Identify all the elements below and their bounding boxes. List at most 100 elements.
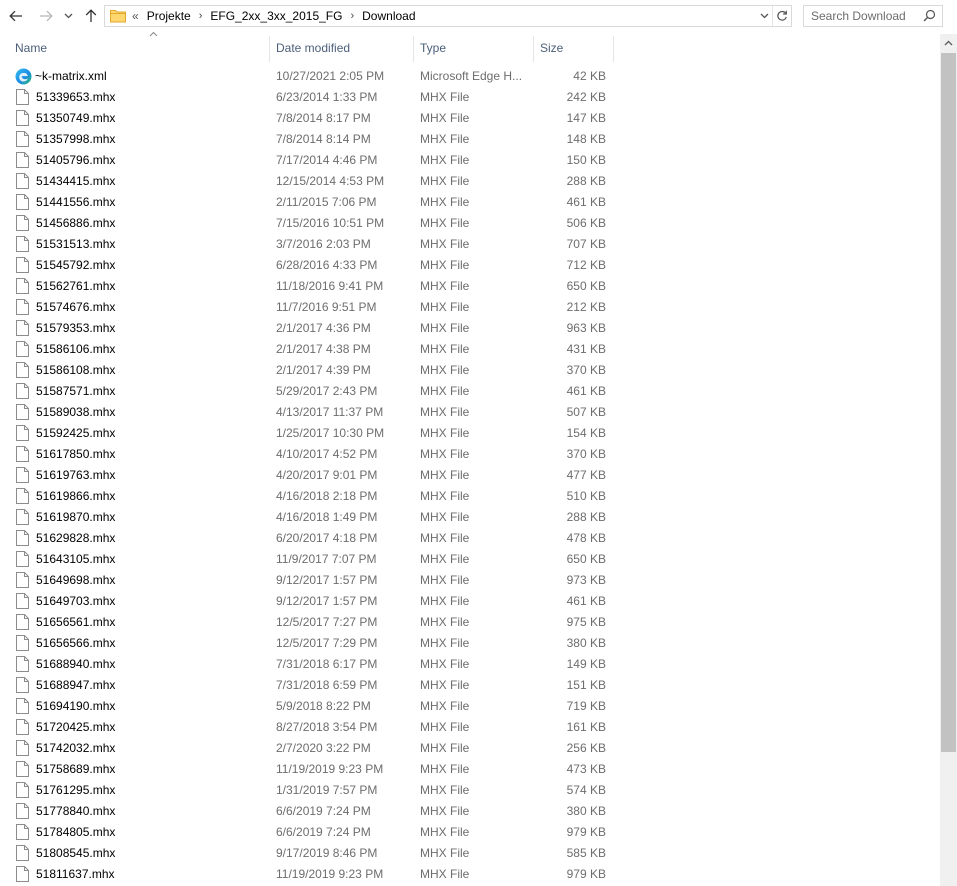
- file-row[interactable]: 51720425.mhx 8/27/2018 3:54 PM MHX File …: [0, 717, 940, 738]
- file-row[interactable]: 51617850.mhx 4/10/2017 4:52 PM MHX File …: [0, 444, 940, 465]
- file-row[interactable]: 51688947.mhx 7/31/2018 6:59 PM MHX File …: [0, 675, 940, 696]
- file-row[interactable]: 51586108.mhx 2/1/2017 4:39 PM MHX File 3…: [0, 360, 940, 381]
- file-row[interactable]: 51456886.mhx 7/15/2016 10:51 PM MHX File…: [0, 213, 940, 234]
- file-row[interactable]: 51545792.mhx 6/28/2016 4:33 PM MHX File …: [0, 255, 940, 276]
- file-row[interactable]: 51649703.mhx 9/12/2017 1:57 PM MHX File …: [0, 591, 940, 612]
- file-row[interactable]: 51694190.mhx 5/9/2018 8:22 PM MHX File 7…: [0, 696, 940, 717]
- scrollbar-thumb[interactable]: [941, 53, 956, 752]
- file-row[interactable]: 51339653.mhx 6/23/2014 1:33 PM MHX File …: [0, 87, 940, 108]
- file-date-modified: 12/15/2014 4:53 PM: [276, 174, 385, 188]
- file-row[interactable]: 51441556.mhx 2/11/2015 7:06 PM MHX File …: [0, 192, 940, 213]
- refresh-button[interactable]: [772, 6, 791, 26]
- file-type: Microsoft Edge H...: [420, 69, 523, 83]
- chevron-right-icon[interactable]: ›: [199, 10, 203, 22]
- file-name: 51619870.mhx: [36, 510, 116, 524]
- file-size: 380 KB: [566, 636, 606, 650]
- file-type: MHX File: [420, 468, 470, 482]
- file-date-modified: 11/19/2019 9:23 PM: [276, 762, 384, 776]
- file-row[interactable]: 51811637.mhx 11/19/2019 9:23 PM MHX File…: [0, 864, 940, 885]
- file-icon: [16, 824, 32, 841]
- file-icon: [16, 656, 32, 673]
- file-date-modified: 1/25/2017 10:30 PM: [276, 426, 385, 440]
- address-bar[interactable]: « Projekte › EFG_2xx_3xx_2015_FG › Downl…: [104, 5, 792, 27]
- chevron-right-icon[interactable]: ›: [350, 10, 354, 22]
- file-row[interactable]: 51579353.mhx 2/1/2017 4:36 PM MHX File 9…: [0, 318, 940, 339]
- file-row[interactable]: ~k-matrix.xml 10/27/2021 2:05 PM Microso…: [0, 66, 940, 87]
- file-type: MHX File: [420, 804, 470, 818]
- recent-locations-button[interactable]: [60, 6, 76, 26]
- file-row[interactable]: 51742032.mhx 2/7/2020 3:22 PM MHX File 2…: [0, 738, 940, 759]
- file-name: 51619763.mhx: [36, 468, 116, 482]
- file-row[interactable]: 51531513.mhx 3/7/2016 2:03 PM MHX File 7…: [0, 234, 940, 255]
- column-divider[interactable]: [613, 36, 614, 62]
- file-row[interactable]: 51656561.mhx 12/5/2017 7:27 PM MHX File …: [0, 612, 940, 633]
- file-name: 51579353.mhx: [36, 321, 116, 335]
- file-type: MHX File: [420, 657, 470, 671]
- file-type: MHX File: [420, 678, 470, 692]
- file-row[interactable]: 51758689.mhx 11/19/2019 9:23 PM MHX File…: [0, 759, 940, 780]
- file-type: MHX File: [420, 321, 470, 335]
- file-row[interactable]: 51619763.mhx 4/20/2017 9:01 PM MHX File …: [0, 465, 940, 486]
- file-type: MHX File: [420, 426, 470, 440]
- file-type: MHX File: [420, 720, 470, 734]
- file-row[interactable]: 51405796.mhx 7/17/2014 4:46 PM MHX File …: [0, 150, 940, 171]
- address-bar-controls: [756, 6, 791, 26]
- vertical-scrollbar[interactable]: [940, 34, 957, 886]
- column-divider[interactable]: [533, 36, 534, 62]
- file-row[interactable]: 51586106.mhx 2/1/2017 4:38 PM MHX File 4…: [0, 339, 940, 360]
- column-header-size[interactable]: Size: [540, 34, 613, 62]
- file-date-modified: 4/10/2017 4:52 PM: [276, 447, 378, 461]
- file-row[interactable]: 51761295.mhx 1/31/2019 7:57 PM MHX File …: [0, 780, 940, 801]
- file-size: 979 KB: [566, 825, 606, 839]
- file-name: 51589038.mhx: [36, 405, 116, 419]
- breadcrumb-item-efg[interactable]: EFG_2xx_3xx_2015_FG: [210, 9, 342, 23]
- file-row[interactable]: 51784805.mhx 6/6/2019 7:24 PM MHX File 9…: [0, 822, 940, 843]
- file-row[interactable]: 51619870.mhx 4/16/2018 1:49 PM MHX File …: [0, 507, 940, 528]
- scroll-up-button[interactable]: [940, 34, 957, 51]
- file-row[interactable]: 51619866.mhx 4/16/2018 2:18 PM MHX File …: [0, 486, 940, 507]
- breadcrumb-item-projekte[interactable]: Projekte: [147, 9, 191, 23]
- column-divider[interactable]: [413, 36, 414, 62]
- back-button[interactable]: [6, 6, 26, 26]
- file-size: 431 KB: [566, 342, 606, 356]
- column-header-name[interactable]: Name: [15, 31, 269, 62]
- file-row[interactable]: 51592425.mhx 1/25/2017 10:30 PM MHX File…: [0, 423, 940, 444]
- file-row[interactable]: 51649698.mhx 9/12/2017 1:57 PM MHX File …: [0, 570, 940, 591]
- file-size: 477 KB: [566, 468, 606, 482]
- column-header-type-label: Type: [420, 41, 447, 55]
- file-row[interactable]: 51656566.mhx 12/5/2017 7:29 PM MHX File …: [0, 633, 940, 654]
- file-row[interactable]: 51778840.mhx 6/6/2019 7:24 PM MHX File 3…: [0, 801, 940, 822]
- column-header-type[interactable]: Type: [420, 34, 533, 62]
- file-type: MHX File: [420, 531, 470, 545]
- search-box[interactable]: [803, 5, 943, 27]
- breadcrumb-overflow[interactable]: «: [132, 9, 139, 23]
- file-icon: [16, 845, 32, 862]
- file-row[interactable]: 51589038.mhx 4/13/2017 11:37 PM MHX File…: [0, 402, 940, 423]
- file-row[interactable]: 51643105.mhx 11/9/2017 7:07 PM MHX File …: [0, 549, 940, 570]
- file-row[interactable]: 51629828.mhx 6/20/2017 4:18 PM MHX File …: [0, 528, 940, 549]
- column-divider[interactable]: [269, 36, 270, 62]
- search-icon[interactable]: [923, 9, 936, 25]
- breadcrumb-item-download[interactable]: Download: [362, 9, 415, 23]
- file-row[interactable]: 51562761.mhx 11/18/2016 9:41 PM MHX File…: [0, 276, 940, 297]
- file-size: 147 KB: [566, 111, 606, 125]
- file-size: 370 KB: [566, 363, 606, 377]
- file-row[interactable]: 51357998.mhx 7/8/2014 8:14 PM MHX File 1…: [0, 129, 940, 150]
- file-row[interactable]: 51434415.mhx 12/15/2014 4:53 PM MHX File…: [0, 171, 940, 192]
- file-name: 51586106.mhx: [36, 342, 116, 356]
- column-header-date[interactable]: Date modified: [276, 34, 413, 62]
- forward-button[interactable]: [36, 6, 56, 26]
- file-row[interactable]: 51587571.mhx 5/29/2017 2:43 PM MHX File …: [0, 381, 940, 402]
- address-dropdown-button[interactable]: [756, 6, 772, 26]
- file-row[interactable]: 51808545.mhx 9/17/2019 8:46 PM MHX File …: [0, 843, 940, 864]
- file-row[interactable]: 51688940.mhx 7/31/2018 6:17 PM MHX File …: [0, 654, 940, 675]
- file-row[interactable]: 51350749.mhx 7/8/2014 8:17 PM MHX File 1…: [0, 108, 940, 129]
- file-type: MHX File: [420, 363, 470, 377]
- refresh-icon: [777, 10, 787, 21]
- file-date-modified: 6/6/2019 7:24 PM: [276, 825, 371, 839]
- search-input[interactable]: [804, 6, 921, 26]
- chevron-down-icon: [64, 13, 72, 19]
- up-button[interactable]: [81, 6, 101, 26]
- sort-ascending-icon: [149, 31, 158, 37]
- file-row[interactable]: 51574676.mhx 11/7/2016 9:51 PM MHX File …: [0, 297, 940, 318]
